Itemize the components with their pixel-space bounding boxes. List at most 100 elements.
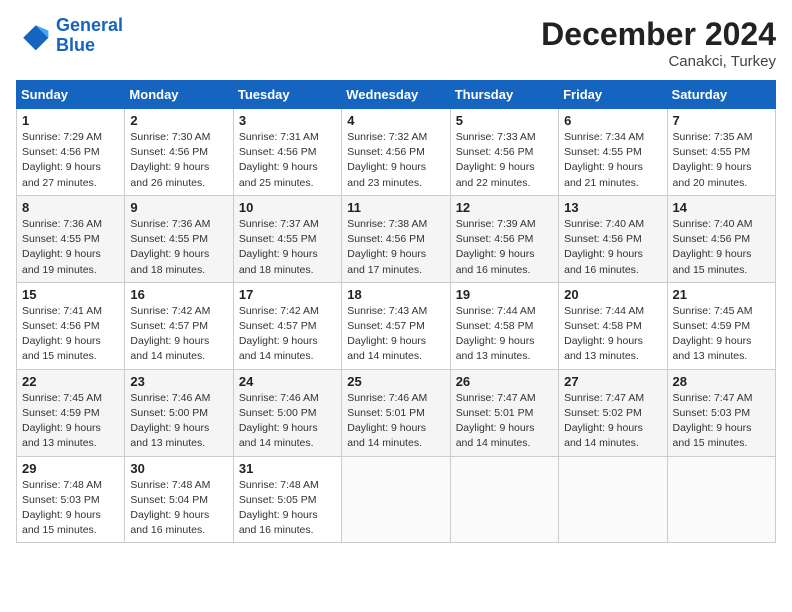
day-info: Sunrise: 7:33 AMSunset: 4:56 PMDaylight:… bbox=[456, 130, 553, 191]
week-row-4: 22 Sunrise: 7:45 AMSunset: 4:59 PMDaylig… bbox=[17, 369, 776, 456]
day-number: 25 bbox=[347, 374, 444, 389]
day-number: 14 bbox=[673, 200, 770, 215]
day-number: 9 bbox=[130, 200, 227, 215]
day-number: 2 bbox=[130, 113, 227, 128]
day-number: 6 bbox=[564, 113, 661, 128]
week-row-5: 29 Sunrise: 7:48 AMSunset: 5:03 PMDaylig… bbox=[17, 456, 776, 543]
logo-icon bbox=[16, 18, 52, 54]
day-info: Sunrise: 7:39 AMSunset: 4:56 PMDaylight:… bbox=[456, 217, 553, 278]
day-number: 3 bbox=[239, 113, 336, 128]
day-cell: 20 Sunrise: 7:44 AMSunset: 4:58 PMDaylig… bbox=[559, 282, 667, 369]
day-number: 30 bbox=[130, 461, 227, 476]
day-number: 13 bbox=[564, 200, 661, 215]
col-header-saturday: Saturday bbox=[667, 81, 775, 109]
day-cell: 18 Sunrise: 7:43 AMSunset: 4:57 PMDaylig… bbox=[342, 282, 450, 369]
day-cell: 13 Sunrise: 7:40 AMSunset: 4:56 PMDaylig… bbox=[559, 195, 667, 282]
day-cell: 25 Sunrise: 7:46 AMSunset: 5:01 PMDaylig… bbox=[342, 369, 450, 456]
day-number: 24 bbox=[239, 374, 336, 389]
col-header-monday: Monday bbox=[125, 81, 233, 109]
week-row-1: 1 Sunrise: 7:29 AMSunset: 4:56 PMDayligh… bbox=[17, 109, 776, 196]
day-info: Sunrise: 7:47 AMSunset: 5:01 PMDaylight:… bbox=[456, 391, 553, 452]
col-header-friday: Friday bbox=[559, 81, 667, 109]
day-cell: 3 Sunrise: 7:31 AMSunset: 4:56 PMDayligh… bbox=[233, 109, 341, 196]
day-cell bbox=[342, 456, 450, 543]
day-number: 1 bbox=[22, 113, 119, 128]
day-number: 23 bbox=[130, 374, 227, 389]
day-info: Sunrise: 7:48 AMSunset: 5:04 PMDaylight:… bbox=[130, 478, 227, 539]
day-cell: 19 Sunrise: 7:44 AMSunset: 4:58 PMDaylig… bbox=[450, 282, 558, 369]
day-info: Sunrise: 7:48 AMSunset: 5:05 PMDaylight:… bbox=[239, 478, 336, 539]
day-info: Sunrise: 7:37 AMSunset: 4:55 PMDaylight:… bbox=[239, 217, 336, 278]
day-cell: 31 Sunrise: 7:48 AMSunset: 5:05 PMDaylig… bbox=[233, 456, 341, 543]
week-row-3: 15 Sunrise: 7:41 AMSunset: 4:56 PMDaylig… bbox=[17, 282, 776, 369]
day-number: 10 bbox=[239, 200, 336, 215]
day-cell bbox=[450, 456, 558, 543]
day-number: 5 bbox=[456, 113, 553, 128]
day-cell: 21 Sunrise: 7:45 AMSunset: 4:59 PMDaylig… bbox=[667, 282, 775, 369]
day-cell: 4 Sunrise: 7:32 AMSunset: 4:56 PMDayligh… bbox=[342, 109, 450, 196]
day-info: Sunrise: 7:36 AMSunset: 4:55 PMDaylight:… bbox=[22, 217, 119, 278]
day-info: Sunrise: 7:38 AMSunset: 4:56 PMDaylight:… bbox=[347, 217, 444, 278]
day-info: Sunrise: 7:43 AMSunset: 4:57 PMDaylight:… bbox=[347, 304, 444, 365]
day-number: 21 bbox=[673, 287, 770, 302]
day-number: 31 bbox=[239, 461, 336, 476]
day-info: Sunrise: 7:44 AMSunset: 4:58 PMDaylight:… bbox=[456, 304, 553, 365]
day-cell: 22 Sunrise: 7:45 AMSunset: 4:59 PMDaylig… bbox=[17, 369, 125, 456]
day-cell: 10 Sunrise: 7:37 AMSunset: 4:55 PMDaylig… bbox=[233, 195, 341, 282]
day-cell: 30 Sunrise: 7:48 AMSunset: 5:04 PMDaylig… bbox=[125, 456, 233, 543]
location-subtitle: Canakci, Turkey bbox=[541, 53, 776, 70]
day-info: Sunrise: 7:46 AMSunset: 5:00 PMDaylight:… bbox=[130, 391, 227, 452]
day-cell: 15 Sunrise: 7:41 AMSunset: 4:56 PMDaylig… bbox=[17, 282, 125, 369]
day-number: 12 bbox=[456, 200, 553, 215]
day-number: 19 bbox=[456, 287, 553, 302]
day-cell: 6 Sunrise: 7:34 AMSunset: 4:55 PMDayligh… bbox=[559, 109, 667, 196]
day-cell: 11 Sunrise: 7:38 AMSunset: 4:56 PMDaylig… bbox=[342, 195, 450, 282]
day-number: 11 bbox=[347, 200, 444, 215]
day-info: Sunrise: 7:47 AMSunset: 5:03 PMDaylight:… bbox=[673, 391, 770, 452]
day-number: 26 bbox=[456, 374, 553, 389]
day-cell: 14 Sunrise: 7:40 AMSunset: 4:56 PMDaylig… bbox=[667, 195, 775, 282]
day-cell: 23 Sunrise: 7:46 AMSunset: 5:00 PMDaylig… bbox=[125, 369, 233, 456]
day-number: 17 bbox=[239, 287, 336, 302]
day-number: 4 bbox=[347, 113, 444, 128]
day-cell: 28 Sunrise: 7:47 AMSunset: 5:03 PMDaylig… bbox=[667, 369, 775, 456]
day-info: Sunrise: 7:44 AMSunset: 4:58 PMDaylight:… bbox=[564, 304, 661, 365]
logo: General Blue bbox=[16, 16, 123, 56]
day-info: Sunrise: 7:45 AMSunset: 4:59 PMDaylight:… bbox=[22, 391, 119, 452]
day-number: 16 bbox=[130, 287, 227, 302]
day-number: 15 bbox=[22, 287, 119, 302]
day-info: Sunrise: 7:36 AMSunset: 4:55 PMDaylight:… bbox=[130, 217, 227, 278]
day-info: Sunrise: 7:42 AMSunset: 4:57 PMDaylight:… bbox=[130, 304, 227, 365]
day-number: 7 bbox=[673, 113, 770, 128]
month-title: December 2024 bbox=[541, 16, 776, 53]
title-block: December 2024 Canakci, Turkey bbox=[541, 16, 776, 70]
day-number: 22 bbox=[22, 374, 119, 389]
day-info: Sunrise: 7:47 AMSunset: 5:02 PMDaylight:… bbox=[564, 391, 661, 452]
day-cell: 5 Sunrise: 7:33 AMSunset: 4:56 PMDayligh… bbox=[450, 109, 558, 196]
col-header-sunday: Sunday bbox=[17, 81, 125, 109]
day-cell: 27 Sunrise: 7:47 AMSunset: 5:02 PMDaylig… bbox=[559, 369, 667, 456]
day-info: Sunrise: 7:29 AMSunset: 4:56 PMDaylight:… bbox=[22, 130, 119, 191]
day-cell: 1 Sunrise: 7:29 AMSunset: 4:56 PMDayligh… bbox=[17, 109, 125, 196]
day-info: Sunrise: 7:31 AMSunset: 4:56 PMDaylight:… bbox=[239, 130, 336, 191]
day-info: Sunrise: 7:46 AMSunset: 5:00 PMDaylight:… bbox=[239, 391, 336, 452]
day-info: Sunrise: 7:45 AMSunset: 4:59 PMDaylight:… bbox=[673, 304, 770, 365]
day-info: Sunrise: 7:41 AMSunset: 4:56 PMDaylight:… bbox=[22, 304, 119, 365]
day-cell: 12 Sunrise: 7:39 AMSunset: 4:56 PMDaylig… bbox=[450, 195, 558, 282]
day-cell: 9 Sunrise: 7:36 AMSunset: 4:55 PMDayligh… bbox=[125, 195, 233, 282]
day-number: 28 bbox=[673, 374, 770, 389]
week-row-2: 8 Sunrise: 7:36 AMSunset: 4:55 PMDayligh… bbox=[17, 195, 776, 282]
col-header-thursday: Thursday bbox=[450, 81, 558, 109]
day-info: Sunrise: 7:40 AMSunset: 4:56 PMDaylight:… bbox=[564, 217, 661, 278]
calendar-table: SundayMondayTuesdayWednesdayThursdayFrid… bbox=[16, 80, 776, 543]
day-info: Sunrise: 7:34 AMSunset: 4:55 PMDaylight:… bbox=[564, 130, 661, 191]
day-cell: 29 Sunrise: 7:48 AMSunset: 5:03 PMDaylig… bbox=[17, 456, 125, 543]
day-info: Sunrise: 7:30 AMSunset: 4:56 PMDaylight:… bbox=[130, 130, 227, 191]
day-info: Sunrise: 7:40 AMSunset: 4:56 PMDaylight:… bbox=[673, 217, 770, 278]
day-number: 29 bbox=[22, 461, 119, 476]
day-info: Sunrise: 7:48 AMSunset: 5:03 PMDaylight:… bbox=[22, 478, 119, 539]
page-header: General Blue December 2024 Canakci, Turk… bbox=[16, 16, 776, 70]
day-number: 18 bbox=[347, 287, 444, 302]
day-cell: 26 Sunrise: 7:47 AMSunset: 5:01 PMDaylig… bbox=[450, 369, 558, 456]
day-cell: 17 Sunrise: 7:42 AMSunset: 4:57 PMDaylig… bbox=[233, 282, 341, 369]
